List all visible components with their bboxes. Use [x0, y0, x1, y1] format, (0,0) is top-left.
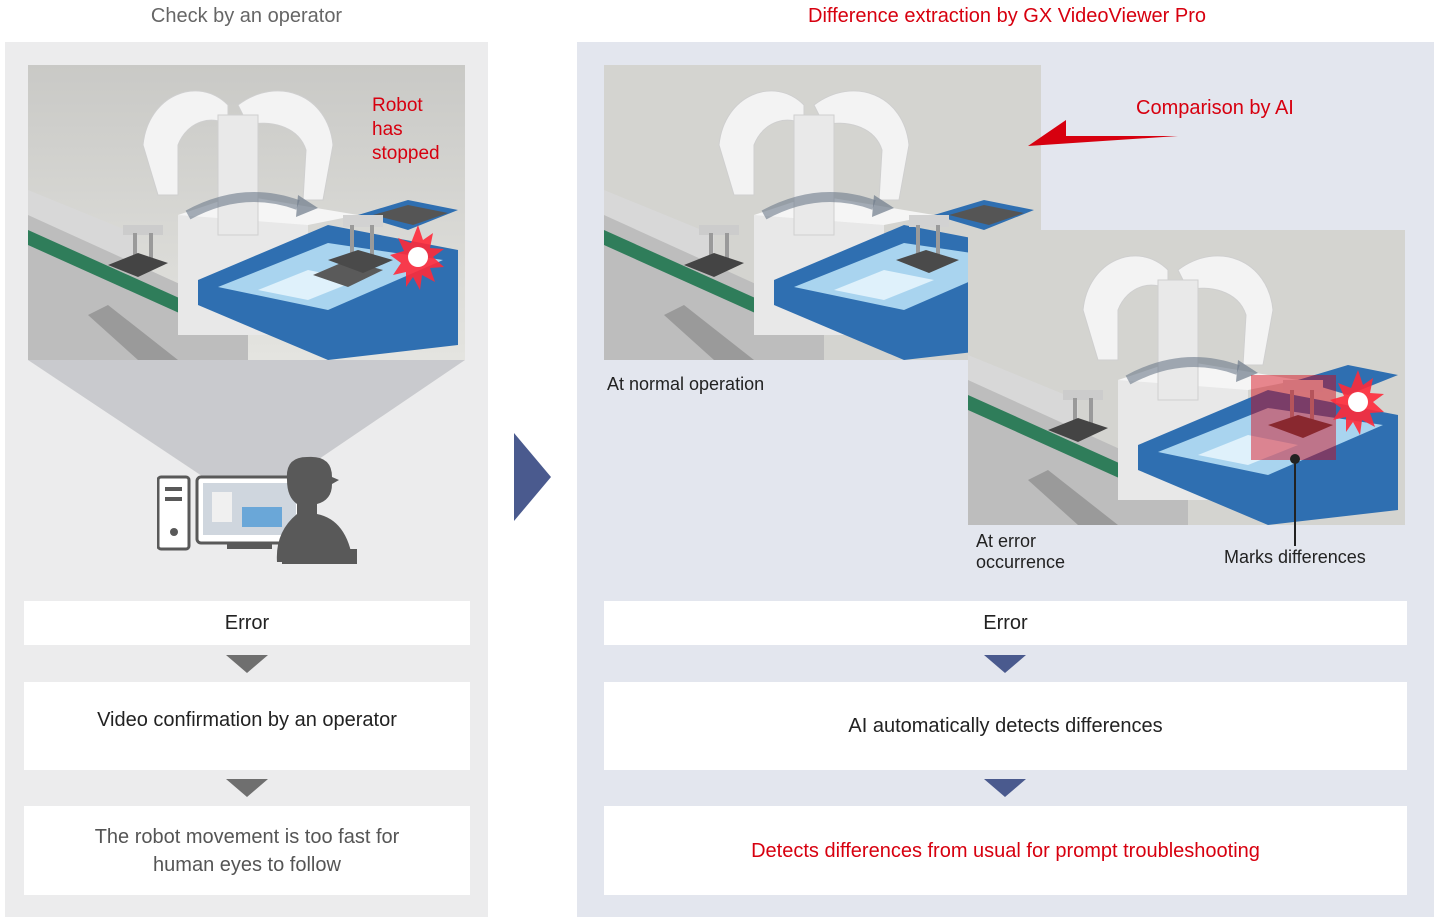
right-step-ai-detects: AI automatically detects differences — [604, 682, 1407, 770]
comparison-arrow — [1028, 120, 1178, 146]
right-heading: Difference extraction by GX VideoViewer … — [808, 5, 1206, 27]
left-step-too-fast: The robot movement is too fast for human… — [24, 806, 470, 895]
left-step-video-confirmation: Video confirmation by an operator — [24, 682, 470, 770]
robot-scene-error — [968, 230, 1405, 525]
right-step-error: Error — [604, 601, 1407, 645]
error-occurrence-label: At error occurrence — [976, 531, 1066, 572]
left-arrow-down-2 — [226, 779, 268, 797]
marks-pointer — [1290, 454, 1300, 546]
left-arrow-down-1 — [226, 655, 268, 673]
transition-arrow — [514, 433, 551, 521]
right-step-prompt-troubleshooting: Detects differences from usual for promp… — [604, 806, 1407, 895]
robot-stopped-note: Robot has stopped — [372, 95, 440, 164]
operator-workstation-icon — [156, 452, 357, 564]
too-fast-line-1: The robot movement is too fast for — [94, 825, 400, 848]
right-arrow-down-2 — [984, 779, 1026, 797]
too-fast-line-2: human eyes to follow — [153, 853, 341, 876]
left-heading: Check by an operator — [150, 5, 343, 27]
marks-differences-label: Marks differences — [1224, 547, 1366, 567]
comparison-label: Comparison by AI — [1136, 97, 1294, 119]
left-step-error: Error — [24, 601, 470, 645]
right-arrow-down-1 — [984, 655, 1026, 673]
normal-operation-label: At normal operation — [607, 374, 765, 394]
